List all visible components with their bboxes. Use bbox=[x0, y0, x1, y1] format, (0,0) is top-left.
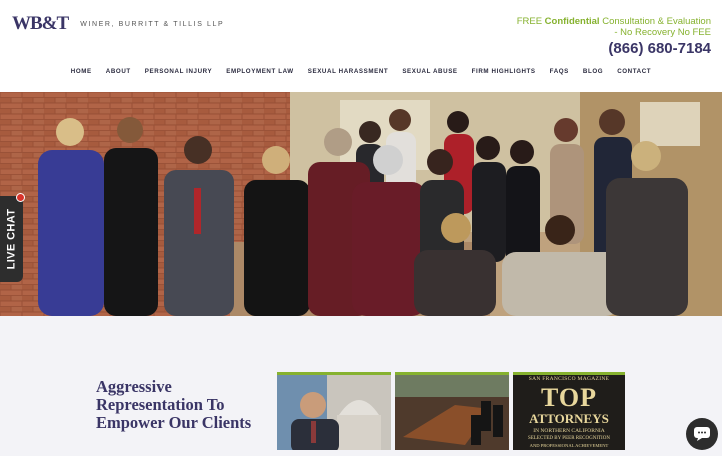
chat-widget-button[interactable] bbox=[686, 418, 718, 450]
team-photo-illustration bbox=[0, 92, 722, 316]
live-chat-label: LIVE CHAT bbox=[5, 208, 18, 270]
site-logo[interactable]: WB&T WINER, BURRITT & TILLIS LLP bbox=[12, 13, 224, 35]
nav-home[interactable]: HOME bbox=[64, 68, 99, 75]
award-sub3: AND PROFESSIONAL ACHIEVEMENT bbox=[529, 443, 609, 448]
conference-room-image bbox=[395, 375, 509, 450]
nav-firm-highlights[interactable]: FIRM HIGHLIGHTS bbox=[465, 68, 543, 75]
award-top: TOP bbox=[541, 383, 597, 412]
promo-rest: Consultation & Evaluation bbox=[602, 16, 711, 27]
nav-employment-law[interactable]: EMPLOYMENT LAW bbox=[219, 68, 301, 75]
promo-text: FREE Confidential Consultation & Evaluat… bbox=[517, 16, 711, 38]
live-chat-tab[interactable]: LIVE CHAT bbox=[0, 196, 23, 282]
award-magazine: SAN FRANCISCO MAGAZINE bbox=[528, 376, 610, 382]
promo-confidential: Confidential bbox=[544, 16, 600, 27]
promo-free: FREE bbox=[516, 16, 543, 27]
thumb-conference-room[interactable] bbox=[395, 372, 509, 450]
live-chat-notification-dot bbox=[16, 193, 25, 202]
page-tagline: Aggressive Representation To Empower Our… bbox=[96, 377, 252, 432]
chat-bubble-icon bbox=[694, 427, 710, 441]
main-nav: HOME ABOUT PERSONAL INJURY EMPLOYMENT LA… bbox=[0, 68, 722, 75]
thumb-attorney-capitol[interactable] bbox=[277, 372, 391, 450]
nav-faqs[interactable]: FAQS bbox=[543, 68, 576, 75]
award-attorneys: ATTORNEYS bbox=[529, 411, 609, 426]
hero-team-photo bbox=[0, 92, 722, 316]
attorney-capitol-image bbox=[277, 375, 391, 450]
nav-personal-injury[interactable]: PERSONAL INJURY bbox=[138, 68, 219, 75]
nav-sexual-harassment[interactable]: SEXUAL HARASSMENT bbox=[301, 68, 396, 75]
site-header: WB&T WINER, BURRITT & TILLIS LLP FREE Co… bbox=[0, 0, 722, 92]
nav-blog[interactable]: BLOG bbox=[576, 68, 610, 75]
award-sub2: SELECTED BY PEER RECOGNITION bbox=[528, 436, 610, 441]
page: WB&T WINER, BURRITT & TILLIS LLP FREE Co… bbox=[0, 0, 722, 456]
nav-about[interactable]: ABOUT bbox=[99, 68, 138, 75]
thumb-top-attorneys-award[interactable]: SAN FRANCISCO MAGAZINE TOP ATTORNEYS IN … bbox=[513, 372, 625, 450]
nav-contact[interactable]: CONTACT bbox=[610, 68, 658, 75]
logo-mark: WB&T bbox=[12, 13, 69, 34]
firm-name: WINER, BURRITT & TILLIS LLP bbox=[80, 20, 225, 28]
award-sub1: IN NORTHERN CALIFORNIA bbox=[533, 428, 605, 434]
phone-number[interactable]: (866) 680-7184 bbox=[608, 40, 711, 57]
nav-sexual-abuse[interactable]: SEXUAL ABUSE bbox=[395, 68, 464, 75]
promo-line2: - No Recovery No FEE bbox=[614, 27, 711, 38]
